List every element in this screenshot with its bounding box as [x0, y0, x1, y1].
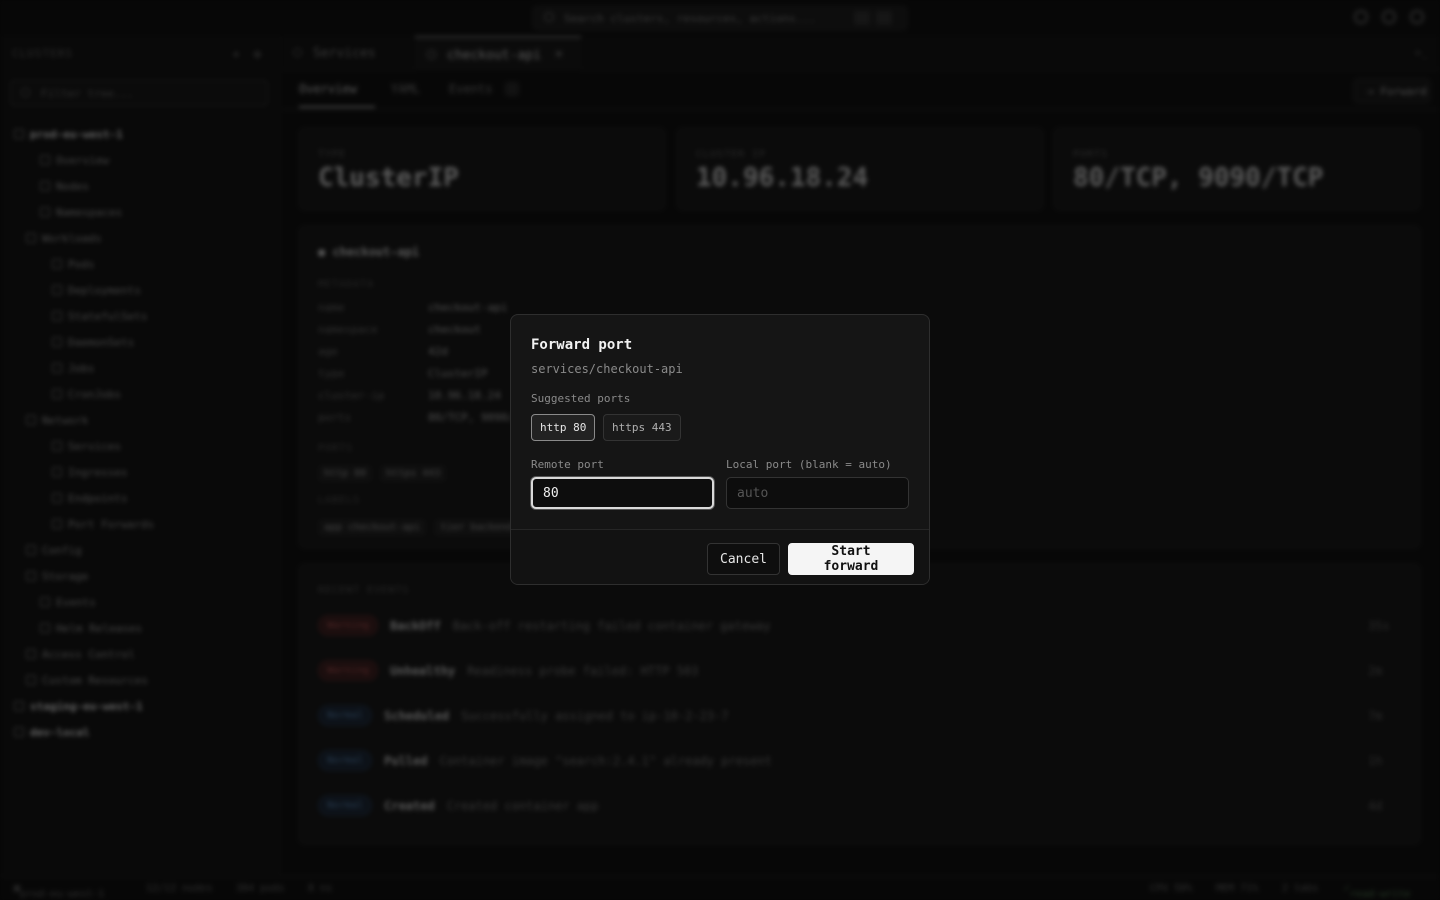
- start-forward-button[interactable]: Start forward: [788, 543, 914, 575]
- dialog-title: Forward port: [531, 337, 633, 353]
- suggested-port-https[interactable]: https 443: [603, 414, 681, 441]
- dialog-footer: Cancel Start forward: [511, 529, 929, 584]
- remote-port-label: Remote port: [531, 458, 604, 471]
- cancel-button[interactable]: Cancel: [707, 543, 780, 575]
- remote-port-input[interactable]: [531, 477, 714, 509]
- suggested-port-http[interactable]: http 80: [531, 414, 596, 441]
- forward-port-dialog: Forward port services/checkout-api Sugge…: [510, 314, 930, 585]
- dialog-subtitle: services/checkout-api: [531, 362, 683, 376]
- suggested-ports-label: Suggested ports: [531, 392, 631, 405]
- local-port-label: Local port (blank = auto): [726, 458, 892, 471]
- local-port-input[interactable]: [726, 477, 909, 509]
